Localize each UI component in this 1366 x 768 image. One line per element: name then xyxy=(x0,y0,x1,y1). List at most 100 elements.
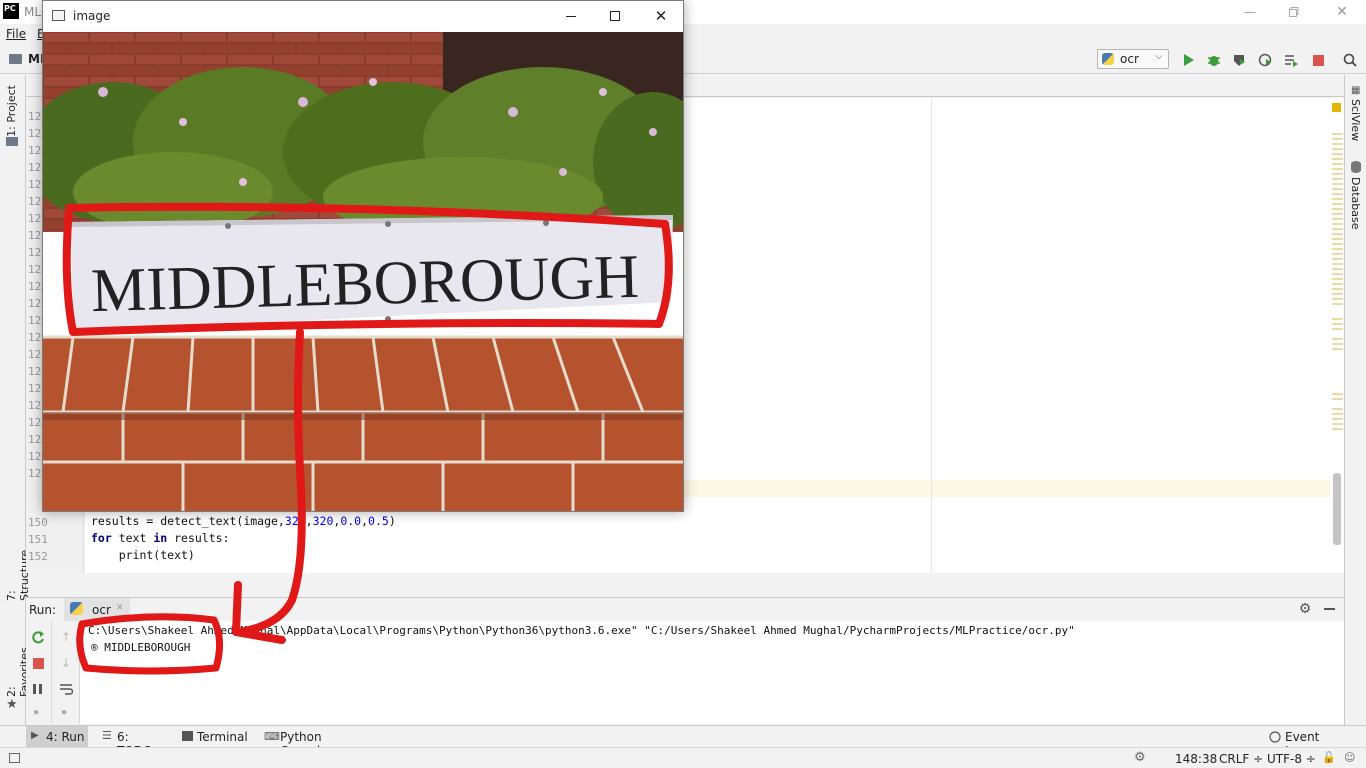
stripe-mark xyxy=(1332,258,1343,260)
database-tool-label: Database xyxy=(1349,177,1362,230)
soft-wrap-button[interactable] xyxy=(56,679,76,699)
line-number-stub: 12 xyxy=(28,195,42,208)
image-window-titlebar[interactable]: image ✕ xyxy=(43,1,683,32)
tool-windows-icon[interactable] xyxy=(9,753,20,763)
scroll-up-button[interactable]: ↑ xyxy=(56,627,76,647)
line-number-stub: 12 xyxy=(28,382,42,395)
minimize-button[interactable]: — xyxy=(1232,0,1268,24)
run-settings-button[interactable]: ⚙ xyxy=(1296,600,1314,618)
pause-button[interactable] xyxy=(28,679,48,699)
stop-icon xyxy=(1312,54,1324,66)
rerun-button[interactable] xyxy=(28,627,48,647)
stripe-mark xyxy=(1332,423,1343,425)
coverage-button[interactable] xyxy=(1230,51,1248,69)
right-tool-strip: ▦ SciView Database xyxy=(1344,75,1366,725)
line-number-stub: 12 xyxy=(28,161,42,174)
code-token: 320 xyxy=(312,514,334,528)
run-console-output[interactable]: C:\Users\Shakeel Ahmed Mughal\AppData\Lo… xyxy=(80,621,1344,724)
scroll-down-button[interactable]: ↓ xyxy=(56,653,76,673)
run-config-select[interactable]: ocr ⌵ xyxy=(1097,49,1169,69)
wrap-icon xyxy=(60,684,73,695)
close-button[interactable]: ✕ xyxy=(1322,0,1362,24)
stripe-mark xyxy=(1332,198,1343,200)
database-tool-tab[interactable]: Database xyxy=(1349,177,1362,233)
concurrency-icon xyxy=(1285,55,1298,67)
settings-icon[interactable]: ⚙ xyxy=(1134,750,1146,765)
more-icon[interactable]: » xyxy=(33,707,39,718)
stripe-mark xyxy=(1332,288,1343,290)
stripe-mark xyxy=(1332,168,1343,170)
scroll-thumb[interactable] xyxy=(1333,473,1341,545)
concurrency-button[interactable] xyxy=(1282,51,1300,69)
stripe-mark xyxy=(1332,203,1343,205)
image-minimize-button[interactable] xyxy=(553,1,589,31)
stripe-mark xyxy=(1332,213,1343,215)
restore-icon xyxy=(1289,7,1299,17)
file-encoding[interactable]: UTF-8 ÷ xyxy=(1267,752,1316,766)
editor-scrollbar[interactable] xyxy=(1330,98,1344,573)
run-button[interactable] xyxy=(1180,51,1198,69)
stripe-mark xyxy=(1332,153,1343,155)
bottom-tool-tabs: ▶ 4: Run ☰ 6: TODO Terminal ⌨ Python Con… xyxy=(0,725,1366,758)
run-toolbar-right: ↑ ↓ » xyxy=(52,621,80,724)
code-token: text xyxy=(111,531,154,545)
run-tool-tab[interactable]: ▶ 4: Run xyxy=(26,726,88,748)
image-maximize-button[interactable] xyxy=(597,1,633,31)
code-token: 20 xyxy=(291,514,306,528)
profile-button[interactable] xyxy=(1256,51,1274,69)
cursor-position[interactable]: 148:38 xyxy=(1175,752,1217,766)
stripe-mark xyxy=(1332,143,1343,145)
minimize-icon xyxy=(1323,608,1335,610)
stripe-mark xyxy=(1332,268,1343,270)
pause-icon xyxy=(33,684,42,694)
run-panel-label: Run: xyxy=(29,603,57,617)
line-number-stub: 12 xyxy=(28,314,42,327)
stripe-mark xyxy=(1332,218,1343,220)
stop-button[interactable] xyxy=(1309,51,1327,69)
line-separator[interactable]: CRLF ÷ xyxy=(1219,752,1263,766)
stripe-mark xyxy=(1332,338,1343,340)
stripe-mark xyxy=(1332,133,1343,135)
stripe-mark xyxy=(1332,413,1343,415)
line-number-stub: 12 xyxy=(28,399,42,412)
stripe-mark xyxy=(1332,163,1343,165)
menu-file[interactable]: File xyxy=(6,27,26,41)
star-icon: ★ xyxy=(6,697,18,712)
more-icon[interactable]: » xyxy=(61,707,67,718)
stripe-mark xyxy=(1332,348,1343,350)
stripe-mark xyxy=(1332,208,1343,210)
project-tool-tab[interactable]: 1: Project xyxy=(5,85,18,145)
line-number-stub: 12 xyxy=(28,365,42,378)
search-everywhere-button[interactable] xyxy=(1340,50,1360,70)
stripe-mark xyxy=(1332,223,1343,225)
stop-run-button[interactable] xyxy=(28,653,48,673)
debug-button[interactable] xyxy=(1205,51,1223,69)
status-bar: ⚙ 148:38 CRLF ÷ UTF-8 ÷ 🔓 ☺ xyxy=(0,747,1366,768)
image-close-button[interactable]: ✕ xyxy=(641,1,681,31)
stripe-mark xyxy=(1332,328,1343,330)
terminal-tool-tab[interactable]: Terminal xyxy=(178,726,248,748)
stripe-mark xyxy=(1332,323,1343,325)
line-number-stub: 12 xyxy=(28,178,42,191)
restore-button[interactable] xyxy=(1276,0,1312,24)
run-tool-label: 4: Run xyxy=(46,730,85,744)
event-log-tool-tab[interactable]: Event Log xyxy=(1266,726,1340,758)
run-tab-ocr[interactable]: ocr ✕ xyxy=(64,598,130,621)
sign-text: MIDDLEBOROUGH xyxy=(90,243,640,325)
todo-tool-tab[interactable]: ☰ 6: TODO xyxy=(98,726,166,758)
stop-icon xyxy=(32,657,44,669)
close-tab-icon[interactable]: ✕ xyxy=(116,603,124,613)
code-line: print(text) xyxy=(91,548,195,562)
stripe-mark xyxy=(1332,418,1343,420)
inspector-icon[interactable]: ☺ xyxy=(1344,751,1355,764)
python-console-tool-tab[interactable]: ⌨ Python Console xyxy=(260,726,370,758)
sciview-tool-tab[interactable]: SciView xyxy=(1349,99,1362,144)
stripe-mark xyxy=(1332,243,1343,245)
project-tool-label: 1: Project xyxy=(5,85,18,137)
stripe-mark xyxy=(1332,253,1343,255)
lock-icon[interactable]: 🔓 xyxy=(1322,751,1336,764)
code-token: results = detect_text(image, xyxy=(91,514,285,528)
code-token: for xyxy=(91,531,112,545)
stripe-mark xyxy=(1332,303,1343,305)
hide-panel-button[interactable] xyxy=(1320,600,1338,618)
